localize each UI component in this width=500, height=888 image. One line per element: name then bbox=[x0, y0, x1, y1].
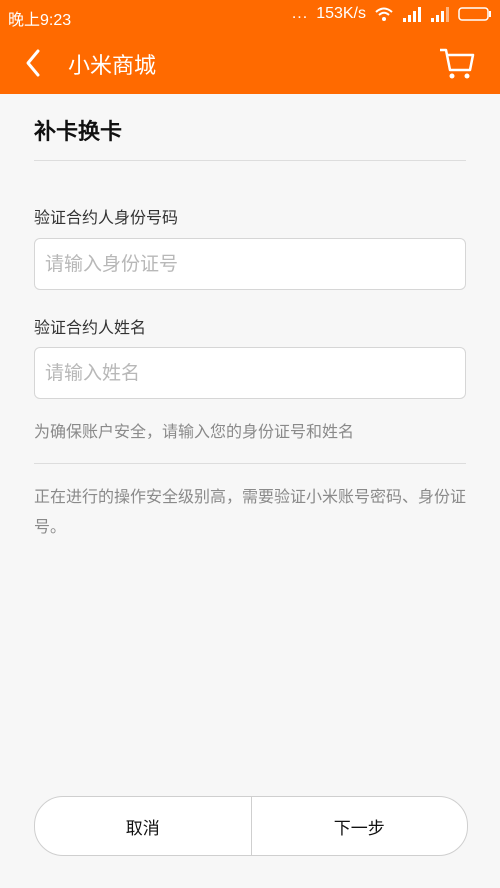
next-step-button[interactable]: 下一步 bbox=[252, 797, 468, 855]
status-time: 晚上9:23 bbox=[8, 12, 72, 29]
battery-icon bbox=[458, 6, 492, 22]
security-hint: 为确保账户安全，请输入您的身份证号和姓名 bbox=[34, 422, 355, 441]
security-notice: 正在进行的操作安全级别高，需要验证小米账号密码、身份证号。 bbox=[34, 487, 467, 536]
signal-icon-1 bbox=[402, 6, 422, 22]
status-icons: ... 153K/s bbox=[292, 5, 492, 23]
action-buttons: 取消 下一步 bbox=[34, 796, 468, 856]
title-divider bbox=[34, 160, 466, 161]
status-bar: 晚上9:23 ... 153K/s bbox=[0, 0, 500, 32]
name-label: 验证合约人姓名 bbox=[34, 318, 147, 337]
id-number-label: 验证合约人身份号码 bbox=[34, 208, 179, 227]
screen: 晚上9:23 ... 153K/s 小米商城 补卡换卡 验证合约人身份号码 请输… bbox=[0, 0, 500, 888]
header-title: 小米商城 bbox=[68, 54, 157, 79]
id-number-input[interactable] bbox=[34, 238, 466, 290]
main-content: 补卡换卡 验证合约人身份号码 验证合约人姓名 为确保账户安全，请输入您的身份证号… bbox=[0, 94, 500, 888]
hint-divider bbox=[34, 463, 466, 464]
back-chevron-icon[interactable] bbox=[20, 44, 52, 82]
cart-icon[interactable] bbox=[438, 44, 476, 82]
more-notifications-icon: ... bbox=[291, 5, 309, 22]
signal-icon-2 bbox=[430, 6, 450, 22]
wifi-icon bbox=[374, 6, 394, 22]
app-header: 小米商城 bbox=[0, 32, 500, 94]
page-title: 补卡换卡 bbox=[34, 120, 123, 145]
name-input[interactable] bbox=[34, 347, 466, 399]
network-speed: 153K/s bbox=[316, 5, 366, 22]
cancel-button[interactable]: 取消 bbox=[35, 797, 251, 855]
